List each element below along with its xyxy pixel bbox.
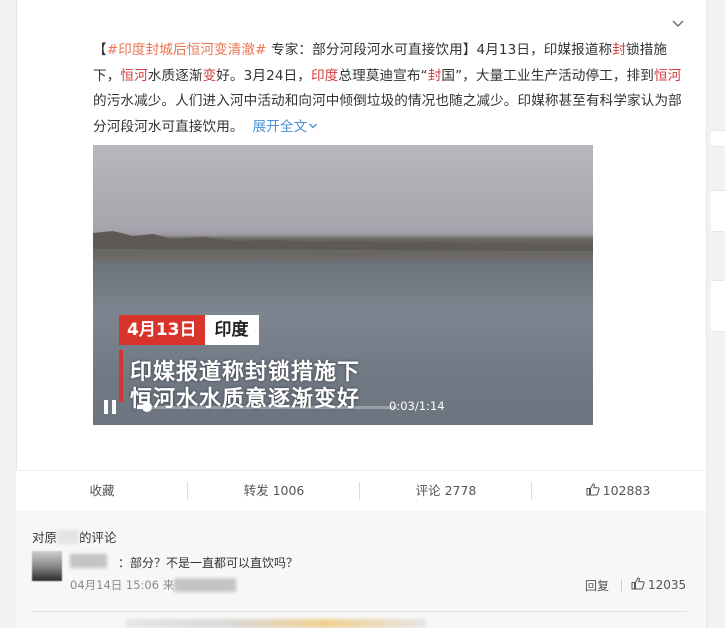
comment-like-button[interactable]: 12035 (631, 577, 686, 592)
video-player[interactable]: 4月13日 印度 印媒报道称封锁措施下 恒河水水质意逐渐变好 0:03/1:14 (93, 145, 593, 425)
topic-hashtag-link[interactable]: #印度封城后恒河变清澈# (107, 42, 267, 58)
divider (32, 611, 687, 612)
redacted-source: ███████ (174, 578, 237, 592)
repost-label: 转发 1006 (243, 483, 305, 498)
comment-like-count: 12035 (648, 578, 687, 592)
comment-time: 04月14日 15:06 来 (70, 578, 175, 592)
keyword-highlight: 印度 (310, 67, 339, 84)
post-text-segment: 专家：部分河段河水可直接饮用】4月13日，印媒报道称 (266, 42, 613, 58)
action-bar: 收藏 转发 1006 评论 2778 102883 (16, 470, 705, 512)
video-date-label: 4月13日 (119, 315, 205, 345)
favorite-button[interactable]: 收藏 (16, 471, 188, 511)
chevron-down-icon[interactable] (670, 16, 686, 32)
favorite-label: 收藏 (89, 483, 115, 498)
keyword-highlight: 封 (612, 42, 626, 58)
keyword-highlight: 恒河 (120, 67, 148, 84)
like-button[interactable]: 102883 (532, 471, 704, 511)
post-text-segment: 总理莫迪宣布“ (338, 67, 428, 84)
keyword-highlight: 变 (202, 67, 217, 84)
keyword-highlight: 封 (427, 67, 442, 84)
post-text-segment: 水质逐渐 (147, 67, 203, 84)
video-date-tag: 4月13日 印度 (119, 315, 259, 345)
thumbs-up-icon (631, 577, 645, 590)
chevron-down-icon (309, 123, 318, 128)
pause-icon[interactable] (104, 400, 116, 414)
comment-label: 评论 2778 (415, 483, 477, 498)
video-place-label: 印度 (204, 315, 259, 345)
right-panel-fragment (711, 190, 725, 232)
post-text: 【#印度封城后恒河变清澈# 专家：部分河段河水可直接饮用】4月13日，印媒报道称… (93, 42, 682, 135)
keyword-highlight: 恒河 (653, 67, 682, 84)
video-time: 0:03/1:14 (389, 399, 445, 413)
progress-track[interactable] (137, 402, 397, 412)
right-panel-fragment (711, 280, 725, 332)
reply-button[interactable]: 回复 (585, 577, 609, 594)
right-panel-fragment (711, 130, 725, 147)
right-edge-strip (705, 0, 725, 628)
comment-button[interactable]: 评论 2778 (360, 471, 532, 511)
video-controls: 0:03/1:14 (93, 395, 593, 425)
redacted-username (57, 530, 80, 544)
progress-knob[interactable] (142, 402, 153, 412)
thumbs-up-icon (586, 483, 600, 496)
expand-label: 展开全文 (252, 118, 308, 135)
post-text-segment: 好。3月24日， (216, 67, 311, 84)
post-text-segment: 国”，大量工业生产活动停工，排到 (441, 67, 654, 84)
divider (621, 579, 622, 592)
post-text-segment: 的污水减少。人们进入河中活动和向河中倾倒垃圾的情况也随之减少。印媒称甚至有科学家… (93, 93, 682, 135)
comment-meta: 04月14日 15:06 来███████ (70, 577, 236, 593)
comment-text: ：部分？不是一直都可以直饮吗？ (70, 554, 298, 571)
comment-body: ：部分？不是一直都可以直饮吗？ (118, 556, 299, 570)
like-count: 102883 (602, 483, 651, 498)
comment-section: 对原 的评论 ████ ：部分？不是一直都可以直饮吗？ 04月14日 15:06 … (16, 511, 705, 628)
next-comment-cutoff (126, 619, 426, 628)
expand-full-text-link[interactable]: 展开全文 (252, 119, 318, 135)
comment-header: 对原 的评论 (32, 527, 117, 546)
far-shoreline (93, 231, 593, 261)
avatar[interactable] (32, 551, 62, 581)
comment-header-prefix: 对原 (32, 530, 58, 545)
comment-header-suffix: 的评论 (79, 530, 117, 545)
repost-button[interactable]: 转发 1006 (188, 471, 360, 511)
